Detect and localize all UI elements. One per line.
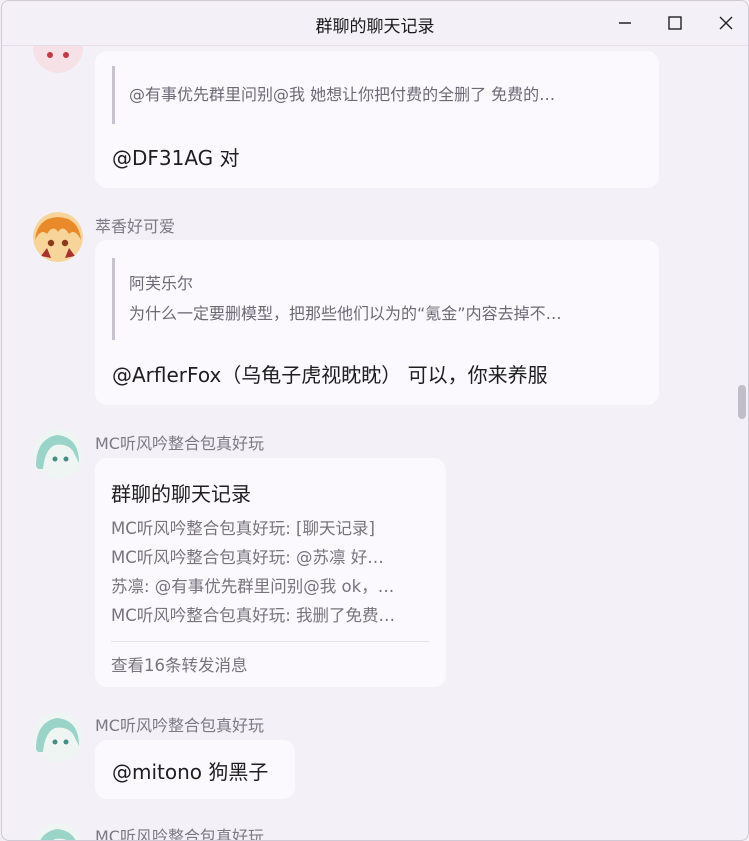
reply-quote[interactable]: 阿芙乐尔 为什么一定要删模型，把那些他们以为的“氪金”内容去掉不… [112, 258, 632, 340]
sender-name: MC听风吟整合包真好玩 [95, 827, 264, 841]
maximize-icon [668, 16, 682, 30]
scrollbar-thumb[interactable] [738, 385, 746, 419]
forwarded-record-title: 群聊的聊天记录 [111, 482, 251, 506]
preview-line: MC听风吟整合包真好玩: 我删了免费… [111, 606, 396, 625]
avatar[interactable] [33, 212, 83, 262]
divider [111, 641, 430, 642]
sender-name: MC听风吟整合包真好玩 [95, 434, 264, 453]
reply-quote[interactable]: @有事优先群里问别@我 她想让你把付费的全删了 免费的… [112, 66, 632, 124]
quote-text: @有事优先群里问别@我 她想让你把付费的全删了 免费的… [129, 85, 556, 104]
avatar[interactable] [33, 712, 83, 762]
minimize-icon [619, 22, 631, 24]
message-text: @mitono 狗黑子 [112, 760, 269, 784]
close-button[interactable] [715, 12, 737, 34]
chat-history-window: @有事优先群里问别@我 她想让你把付费的全删了 免费的… @DF31AG 对 萃… [1, 0, 749, 841]
message-text: @ArflerFox（乌龟子虎视眈眈） 可以，你来养服 [112, 363, 548, 387]
avatar[interactable] [33, 429, 83, 479]
close-icon [719, 16, 733, 30]
view-forwarded-messages-link[interactable]: 查看16条转发消息 [111, 652, 248, 676]
avatar[interactable] [33, 823, 83, 840]
quote-text: 为什么一定要删模型，把那些他们以为的“氪金”内容去掉不… [129, 304, 562, 323]
sender-name: 萃香好可爱 [95, 217, 176, 236]
quote-author: 阿芙乐尔 [129, 274, 194, 293]
message-bubble[interactable]: @mitono 狗黑子 [95, 740, 295, 799]
maximize-button[interactable] [664, 12, 686, 34]
window-title: 群聊的聊天记录 [315, 17, 435, 37]
message-bubble[interactable]: 阿芙乐尔 为什么一定要删模型，把那些他们以为的“氪金”内容去掉不… @Arfle… [95, 240, 659, 405]
message-list[interactable]: @有事优先群里问别@我 她想让你把付费的全删了 免费的… @DF31AG 对 萃… [2, 1, 748, 840]
forwarded-record-preview: MC听风吟整合包真好玩: [聊天记录] MC听风吟整合包真好玩: @苏凛 好… … [111, 514, 431, 630]
minimize-button[interactable] [614, 12, 636, 34]
title-bar[interactable]: 群聊的聊天记录 [2, 1, 748, 46]
sender-name: MC听风吟整合包真好玩 [95, 716, 264, 735]
message-bubble[interactable]: @有事优先群里问别@我 她想让你把付费的全删了 免费的… @DF31AG 对 [95, 51, 659, 188]
preview-line: MC听风吟整合包真好玩: @苏凛 好… [111, 548, 384, 567]
preview-line: 苏凛: @有事优先群里问别@我 ok，… [111, 577, 395, 596]
message-text: @DF31AG 对 [112, 146, 240, 170]
forwarded-record-card[interactable]: 群聊的聊天记录 MC听风吟整合包真好玩: [聊天记录] MC听风吟整合包真好玩:… [95, 458, 446, 687]
preview-line: MC听风吟整合包真好玩: [聊天记录] [111, 519, 375, 538]
